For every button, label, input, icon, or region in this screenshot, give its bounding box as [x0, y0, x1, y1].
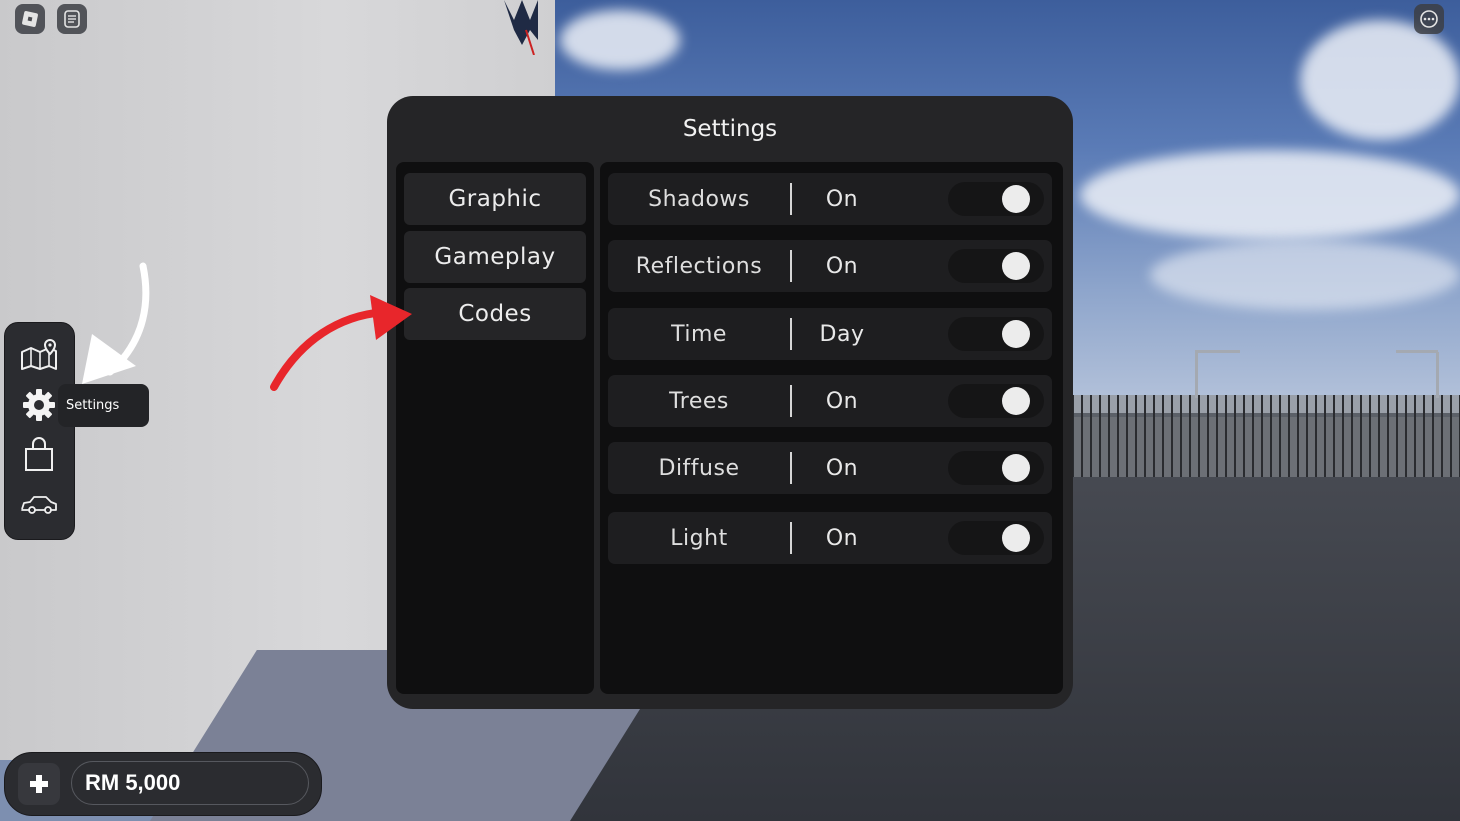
divider	[790, 385, 792, 417]
option-value: On	[825, 388, 859, 414]
toggle-knob	[1002, 387, 1030, 415]
vehicle-button[interactable]	[16, 483, 62, 527]
option-label: Shadows	[648, 186, 750, 212]
settings-tooltip: Settings	[58, 384, 149, 427]
chat-button[interactable]	[57, 4, 87, 34]
currency-bar: RM 5,000	[4, 752, 322, 816]
fence	[1072, 395, 1460, 477]
currency-balance: RM 5,000	[71, 761, 309, 805]
diffuse-toggle[interactable]	[948, 451, 1044, 485]
toggle-knob	[1002, 524, 1030, 552]
gear-icon	[23, 389, 55, 421]
shop-button[interactable]	[16, 433, 62, 477]
option-value: On	[825, 186, 859, 212]
street-lamp-arm	[1396, 350, 1438, 353]
option-label: Time	[671, 321, 727, 347]
add-currency-button[interactable]	[18, 763, 60, 805]
option-value: On	[825, 525, 859, 551]
reflections-toggle[interactable]	[948, 249, 1044, 283]
toggle-knob	[1002, 454, 1030, 482]
panel-title: Settings	[682, 116, 778, 142]
option-label: Trees	[669, 388, 729, 414]
settings-button[interactable]	[16, 383, 62, 427]
tab-codes[interactable]: Codes	[404, 288, 586, 340]
street-lamp	[1436, 352, 1439, 398]
plus-icon	[30, 775, 48, 793]
toggle-knob	[1002, 320, 1030, 348]
option-row-shadows: Shadows On	[608, 173, 1052, 225]
divider	[790, 183, 792, 215]
divider	[790, 318, 792, 350]
option-row-time: Time Day	[608, 308, 1052, 360]
side-menu	[4, 322, 75, 540]
tab-gameplay[interactable]: Gameplay	[404, 231, 586, 283]
street-lamp-arm	[1195, 350, 1240, 353]
option-row-trees: Trees On	[608, 375, 1052, 427]
settings-tab-list: Graphic Gameplay Codes	[396, 162, 594, 694]
settings-panel: Settings Graphic Gameplay Codes Shadows …	[387, 96, 1073, 709]
light-toggle[interactable]	[948, 521, 1044, 555]
option-value: On	[825, 455, 859, 481]
car-icon	[21, 496, 57, 514]
divider	[790, 522, 792, 554]
option-label: Reflections	[635, 253, 763, 279]
balance-amount: RM 5,000	[85, 770, 181, 795]
option-label: Light	[670, 525, 728, 551]
cloud	[1080, 150, 1460, 240]
cloud	[560, 10, 680, 70]
street-lamp	[1195, 352, 1198, 398]
cloud	[1150, 240, 1460, 310]
time-toggle[interactable]	[948, 317, 1044, 351]
divider	[790, 452, 792, 484]
graphic-options: Shadows On Reflections On Time Day Trees…	[600, 162, 1063, 694]
toggle-knob	[1002, 185, 1030, 213]
divider	[790, 250, 792, 282]
roblox-menu-button[interactable]	[15, 4, 45, 34]
shadows-toggle[interactable]	[948, 182, 1044, 216]
option-label: Diffuse	[658, 455, 740, 481]
chat-icon	[64, 10, 80, 28]
map-icon	[21, 338, 57, 370]
cloud	[1300, 20, 1460, 140]
option-value: On	[825, 253, 859, 279]
toggle-knob	[1002, 252, 1030, 280]
more-options-button[interactable]	[1414, 4, 1444, 34]
more-options-icon	[1420, 10, 1438, 28]
option-row-light: Light On	[608, 512, 1052, 564]
building-logo	[504, 0, 538, 55]
settings-tooltip-label: Settings	[66, 398, 120, 413]
trees-toggle[interactable]	[948, 384, 1044, 418]
option-row-diffuse: Diffuse On	[608, 442, 1052, 494]
option-value: Day	[819, 321, 865, 347]
tab-graphic[interactable]: Graphic	[404, 173, 586, 225]
option-row-reflections: Reflections On	[608, 240, 1052, 292]
roblox-menu-icon	[22, 11, 38, 27]
shopping-bag-icon	[25, 437, 53, 471]
map-button[interactable]	[16, 333, 62, 377]
